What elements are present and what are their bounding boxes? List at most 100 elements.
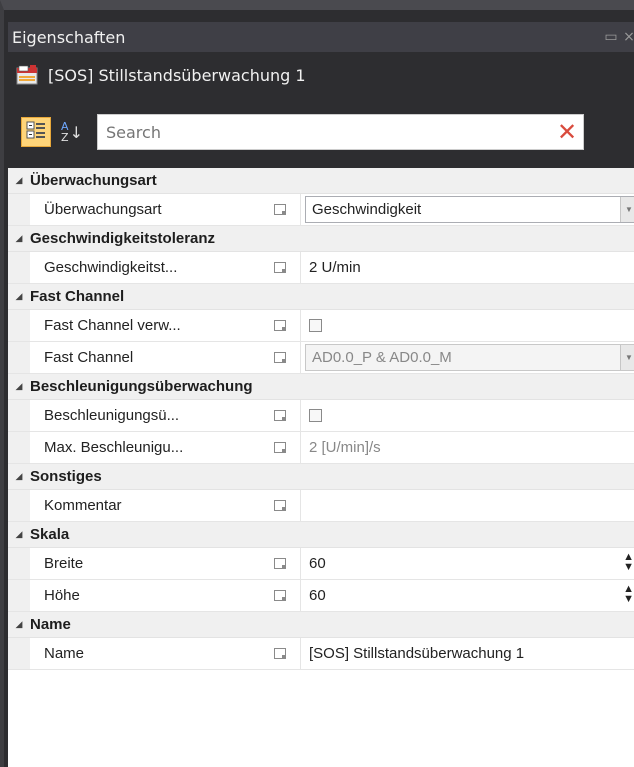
row-indent [8,342,30,373]
properties-window: Eigenschaften ▭ × [SOS] Stillstandsüberw… [0,0,634,767]
property-value-cell[interactable]: Geschwindigkeit ▼ [301,194,634,225]
spinner-value[interactable]: 60 [309,555,326,572]
property-value-cell: AD0.0_P & AD0.0_M ▼ [301,342,634,373]
alphabetical-sort-button[interactable]: A Z ↓ [57,117,87,147]
property-value-cell[interactable]: 2 U/min [301,252,634,283]
property-label: Fast Channel [44,349,134,366]
property-label: Höhe [44,587,80,604]
spinner-arrows-icon[interactable]: ▲ ▼ [623,584,634,605]
category-name: Sonstiges [30,468,102,485]
property-label: Name [44,645,85,662]
search-input[interactable] [98,121,551,143]
category-header[interactable]: ◢ Überwachungsart [8,168,634,194]
categorized-icon [26,121,46,143]
dropdown-value: Geschwindigkeit [312,201,422,218]
property-value-cell[interactable] [301,490,634,521]
category-header[interactable]: ◢ Geschwindigkeitstoleranz [8,226,634,252]
row-indent [8,638,30,669]
category-header[interactable]: ◢ Skala [8,522,634,548]
selected-object-row: [SOS] Stillstandsüberwachung 1 [8,54,634,96]
category-header[interactable]: ◢ Sonstiges [8,464,634,490]
collapse-triangle-icon[interactable]: ◢ [8,620,30,630]
clear-search-icon[interactable]: ✕ [551,118,583,146]
row-indent [8,252,30,283]
property-row[interactable]: Beschleunigungsü... [8,400,634,432]
category-name: Name [30,616,71,633]
row-indent [8,548,30,579]
row-indent [8,310,30,341]
dropdown-value: AD0.0_P & AD0.0_M [312,349,452,366]
property-label: Kommentar [44,497,122,514]
category-name: Überwachungsart [30,172,157,189]
binding-marker-icon[interactable] [260,252,301,283]
collapse-triangle-icon[interactable]: ◢ [8,472,30,482]
property-row[interactable]: Fast Channel verw... [8,310,634,342]
property-row[interactable]: Geschwindigkeitst... 2 U/min [8,252,634,284]
property-row[interactable]: Fast Channel AD0.0_P & AD0.0_M ▼ [8,342,634,374]
value-text: 2 [U/min]/s [309,439,381,456]
property-row[interactable]: Breite 60 ▲ ▼ [8,548,634,580]
binding-marker-icon[interactable] [260,638,301,669]
property-row[interactable]: Max. Beschleunigu... 2 [U/min]/s [8,432,634,464]
property-value-cell[interactable] [301,400,634,431]
selected-object-name: [SOS] Stillstandsüberwachung 1 [48,65,306,85]
row-indent [8,580,30,611]
binding-marker-icon[interactable] [260,432,301,463]
property-row[interactable]: Kommentar [8,490,634,522]
collapse-triangle-icon[interactable]: ◢ [8,292,30,302]
property-label: Fast Channel verw... [44,317,181,334]
property-label: Max. Beschleunigu... [44,439,184,456]
binding-marker-icon[interactable] [260,342,301,373]
category-header[interactable]: ◢ Name [8,612,634,638]
spinner-arrows-icon[interactable]: ▲ ▼ [623,552,634,573]
binding-marker-icon[interactable] [260,580,301,611]
property-value-cell[interactable]: 60 ▲ ▼ [301,580,634,611]
property-row[interactable]: Name [SOS] Stillstandsüberwachung 1 [8,638,634,670]
binding-marker-icon[interactable] [260,194,301,225]
value-checkbox[interactable] [309,319,322,332]
sort-az-icon: A Z ↓ [61,120,83,144]
binding-marker-icon[interactable] [260,548,301,579]
property-value-cell[interactable] [301,310,634,341]
dropdown-arrow-icon[interactable]: ▼ [620,197,634,222]
dropdown-arrow-icon: ▼ [620,345,634,370]
search-box: ✕ [97,114,584,150]
category-header[interactable]: ◢ Beschleunigungsüberwachung [8,374,634,400]
value-dropdown: AD0.0_P & AD0.0_M ▼ [305,344,634,371]
spinner-value[interactable]: 60 [309,587,326,604]
row-indent [8,400,30,431]
binding-marker-icon[interactable] [260,400,301,431]
property-value-cell[interactable]: 60 ▲ ▼ [301,548,634,579]
value-text[interactable]: [SOS] Stillstandsüberwachung 1 [309,645,524,662]
window-title: Eigenschaften [12,27,126,47]
property-value-cell[interactable]: [SOS] Stillstandsüberwachung 1 [301,638,634,669]
category-name: Beschleunigungsüberwachung [30,378,253,395]
collapse-triangle-icon[interactable]: ◢ [8,382,30,392]
value-checkbox[interactable] [309,409,322,422]
property-row[interactable]: Höhe 60 ▲ ▼ [8,580,634,612]
property-grid: ◢ Überwachungsart Überwachungsart Geschwind… [8,168,634,767]
collapse-triangle-icon[interactable]: ◢ [8,176,30,186]
property-label: Breite [44,555,84,572]
restore-icon[interactable]: ▭ [602,29,620,45]
category-name: Fast Channel [30,288,125,305]
property-toolbar: A Z ↓ ✕ [8,104,634,160]
property-label: Geschwindigkeitst... [44,259,178,276]
category-header[interactable]: ◢ Fast Channel [8,284,634,310]
sort-letter-z: Z [61,131,69,144]
module-icon [16,65,38,85]
collapse-triangle-icon[interactable]: ◢ [8,530,30,540]
collapse-triangle-icon[interactable]: ◢ [8,234,30,244]
property-label: Beschleunigungsü... [44,407,180,424]
category-name: Skala [30,526,70,543]
binding-marker-icon[interactable] [260,310,301,341]
close-icon[interactable]: × [620,29,634,45]
title-bar: Eigenschaften ▭ × [8,22,634,52]
value-text[interactable]: 2 U/min [309,259,361,276]
value-dropdown[interactable]: Geschwindigkeit ▼ [305,196,634,223]
row-indent [8,490,30,521]
property-row[interactable]: Überwachungsart Geschwindigkeit ▼ [8,194,634,226]
binding-marker-icon[interactable] [260,490,301,521]
category-name: Geschwindigkeitstoleranz [30,230,216,247]
categorized-view-button[interactable] [21,117,51,147]
